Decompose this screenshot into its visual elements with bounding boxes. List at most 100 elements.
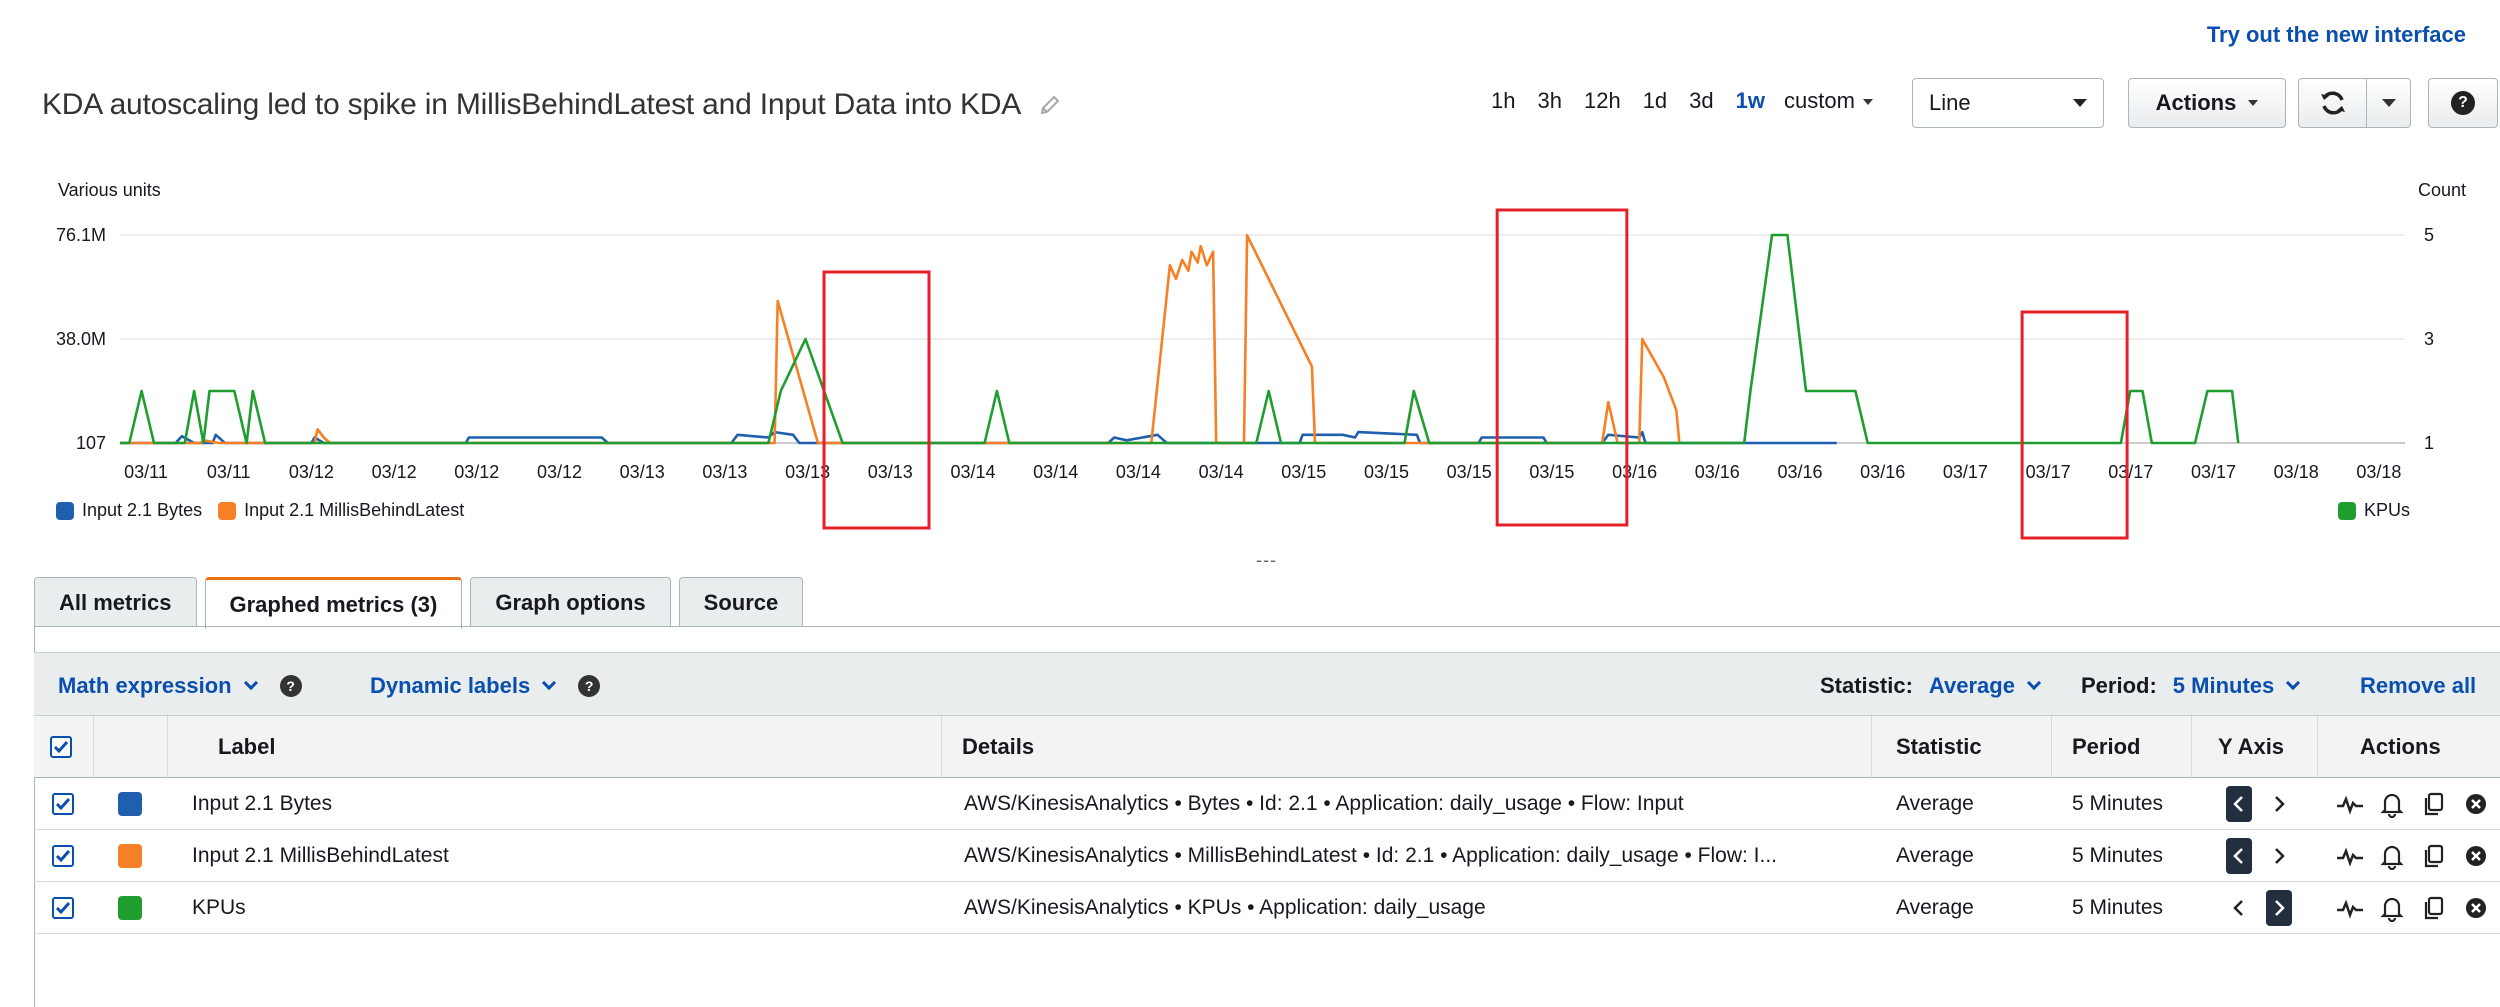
- range-1d[interactable]: 1d: [1632, 88, 1678, 114]
- row-yaxis: [2226, 882, 2292, 934]
- range-3h[interactable]: 3h: [1526, 88, 1572, 114]
- label-column-header[interactable]: Label: [168, 716, 942, 778]
- remove-all-button[interactable]: Remove all: [2360, 673, 2476, 699]
- row-details: AWS/KinesisAnalytics • Bytes • Id: 2.1 •…: [964, 792, 1684, 815]
- caret-down-icon: [2381, 99, 2396, 107]
- range-custom[interactable]: custom: [1776, 88, 1884, 114]
- row-checkbox-cell: [52, 778, 74, 830]
- remove-all-control: Remove all: [2360, 673, 2476, 699]
- row-actions: [2336, 830, 2490, 882]
- range-1h[interactable]: 1h: [1480, 88, 1526, 114]
- copy-icon[interactable]: [2420, 790, 2448, 818]
- yaxis-right-button[interactable]: [2266, 786, 2292, 822]
- help-icon[interactable]: ?: [279, 675, 302, 697]
- statistic-column-header[interactable]: Statistic: [1872, 716, 2052, 778]
- row-checkbox[interactable]: [52, 897, 74, 919]
- tab-source[interactable]: Source: [678, 577, 804, 627]
- dynamic-labels-label: Dynamic labels: [370, 673, 531, 698]
- x-tick-label: 03/12: [289, 462, 334, 482]
- y-right-tick-label: 3: [2424, 329, 2434, 349]
- yaxis-right-button[interactable]: [2266, 890, 2292, 926]
- legend-item-kpus[interactable]: KPUs: [2337, 500, 2410, 521]
- x-tick-label: 03/16: [1695, 462, 1740, 482]
- graph-icon[interactable]: [2336, 894, 2364, 922]
- x-tick-label: 03/12: [372, 462, 417, 482]
- row-period[interactable]: 5 Minutes: [2072, 778, 2163, 830]
- tab-graph-options[interactable]: Graph options: [470, 577, 671, 627]
- row-statistic[interactable]: Average: [1896, 778, 1974, 830]
- legend-item-millis[interactable]: Input 2.1 MillisBehindLatest: [218, 500, 464, 521]
- refresh-button[interactable]: [2299, 79, 2367, 127]
- x-tick-label: 03/12: [537, 462, 582, 482]
- legend-swatch: [2337, 501, 2356, 520]
- range-1w[interactable]: 1w: [1725, 88, 1776, 114]
- yaxis-right-button[interactable]: [2266, 838, 2292, 874]
- copy-icon[interactable]: [2420, 842, 2448, 870]
- legend-label: Input 2.1 Bytes: [82, 500, 203, 520]
- legend-item-bytes[interactable]: Input 2.1 Bytes: [56, 500, 202, 521]
- row-yaxis: [2226, 830, 2292, 882]
- dynamic-labels-dropdown[interactable]: Dynamic labels ?: [370, 673, 601, 699]
- statistic-dropdown[interactable]: Average: [1929, 673, 2015, 699]
- graph-icon[interactable]: [2336, 842, 2364, 870]
- help-icon[interactable]: ?: [578, 675, 601, 697]
- y-axis-left-ticks: 76.1M 38.0M 107: [56, 225, 106, 453]
- row-label[interactable]: Input 2.1 MillisBehindLatest: [192, 830, 449, 882]
- range-12h[interactable]: 12h: [1573, 88, 1632, 114]
- yaxis-column-header[interactable]: Y Axis: [2192, 716, 2318, 778]
- chevron-down-icon: [542, 675, 557, 691]
- x-tick-label: 03/15: [1447, 462, 1492, 482]
- refresh-interval-dropdown[interactable]: [2367, 79, 2410, 127]
- x-tick-label: 03/14: [1116, 462, 1161, 482]
- caret-down-icon: [1862, 99, 1873, 106]
- pencil-icon[interactable]: [1039, 94, 1061, 116]
- tab-graphed-metrics[interactable]: Graphed metrics (3): [204, 577, 463, 629]
- row-label[interactable]: KPUs: [192, 882, 246, 934]
- row-color-cell: [118, 778, 142, 830]
- graph-icon[interactable]: [2336, 790, 2364, 818]
- select-all-checkbox[interactable]: [50, 736, 72, 758]
- row-checkbox[interactable]: [52, 845, 74, 867]
- copy-icon[interactable]: [2420, 894, 2448, 922]
- tab-all-metrics[interactable]: All metrics: [34, 577, 197, 627]
- help-button[interactable]: ?: [2428, 78, 2498, 128]
- y-left-tick-label: 38.0M: [56, 329, 106, 349]
- bell-icon[interactable]: [2378, 894, 2406, 922]
- details-column-header[interactable]: Details: [942, 716, 1872, 778]
- chart-type-select[interactable]: Line: [1912, 78, 2104, 128]
- highlight-box: [822, 270, 931, 530]
- y-left-tick-label: 76.1M: [56, 225, 106, 245]
- actions-button[interactable]: Actions: [2128, 78, 2286, 128]
- period-dropdown[interactable]: 5 Minutes: [2173, 673, 2274, 699]
- series-color-swatch[interactable]: [118, 844, 142, 868]
- close-icon[interactable]: [2462, 894, 2490, 922]
- close-icon[interactable]: [2462, 790, 2490, 818]
- range-3d[interactable]: 3d: [1678, 88, 1724, 114]
- bell-icon[interactable]: [2378, 842, 2406, 870]
- metrics-toolbar: Math expression ? Dynamic labels ? Stati…: [34, 652, 2500, 716]
- series-color-swatch[interactable]: [118, 792, 142, 816]
- bell-icon[interactable]: [2378, 790, 2406, 818]
- row-period[interactable]: 5 Minutes: [2072, 882, 2163, 934]
- chart-type-value: Line: [1929, 90, 1971, 115]
- row-period[interactable]: 5 Minutes: [2072, 830, 2163, 882]
- row-details: AWS/KinesisAnalytics • KPUs • Applicatio…: [964, 896, 1486, 919]
- row-statistic[interactable]: Average: [1896, 882, 1974, 934]
- period-column-header[interactable]: Period: [2052, 716, 2192, 778]
- try-new-interface-link[interactable]: Try out the new interface: [2207, 22, 2466, 48]
- chart-resize-handle[interactable]: ---: [1256, 550, 1277, 571]
- row-statistic[interactable]: Average: [1896, 830, 1974, 882]
- metrics-tabs: All metrics Graphed metrics (3) Graph op…: [34, 577, 804, 629]
- x-tick-label: 03/15: [1529, 462, 1574, 482]
- time-range-selector: 1h 3h 12h 1d 3d 1w custom: [1480, 88, 1884, 114]
- row-label[interactable]: Input 2.1 Bytes: [192, 778, 332, 830]
- yaxis-left-button[interactable]: [2226, 890, 2252, 926]
- yaxis-left-button[interactable]: [2226, 786, 2252, 822]
- caret-down-icon: [2248, 100, 2259, 106]
- close-icon[interactable]: [2462, 842, 2490, 870]
- row-checkbox[interactable]: [52, 793, 74, 815]
- series-color-swatch[interactable]: [118, 896, 142, 920]
- legend-label: Input 2.1 MillisBehindLatest: [244, 500, 465, 520]
- yaxis-left-button[interactable]: [2226, 838, 2252, 874]
- math-expression-dropdown[interactable]: Math expression ?: [58, 673, 302, 699]
